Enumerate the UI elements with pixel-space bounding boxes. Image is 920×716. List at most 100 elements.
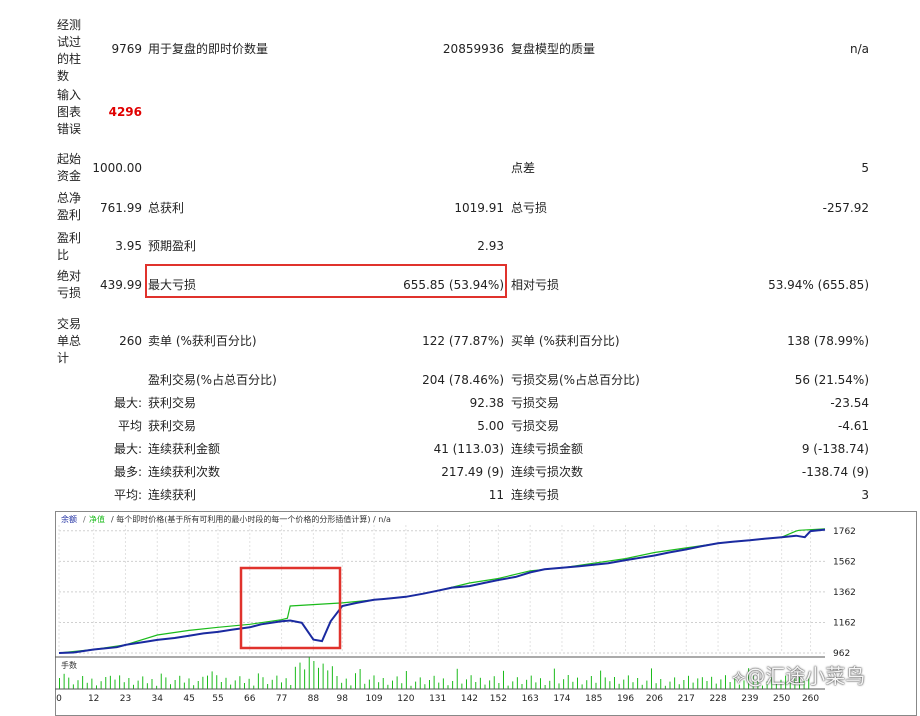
volume-bar [405, 671, 407, 689]
y-tick-label: 1762 [833, 527, 856, 537]
volume-bar [354, 673, 356, 689]
volume-bar [655, 683, 657, 689]
volume-bar [109, 675, 111, 689]
volume-bar [604, 677, 606, 689]
average-profit-value: 5.00 [477, 419, 504, 433]
volume-bar [396, 676, 398, 689]
avg-consec-losses-value: 3 [861, 488, 869, 502]
average-loss-label: 亏损交易 [511, 419, 560, 433]
x-tick-label: 174 [553, 694, 570, 704]
volume-label: 手数 [61, 660, 77, 670]
volume-bar [331, 666, 333, 689]
volume-bar [632, 682, 634, 689]
bars-value: 9769 [111, 42, 142, 56]
volume-bar [586, 680, 588, 689]
volume-bar [572, 681, 574, 689]
chart-errors-value: 4296 [108, 105, 142, 119]
volume-bar [225, 677, 227, 689]
volume-bar [678, 684, 680, 689]
volume-bar [558, 683, 560, 689]
x-tick-label: 131 [429, 694, 446, 704]
volume-bar [82, 676, 84, 689]
volume-bar [211, 671, 213, 689]
volume-bar [502, 670, 504, 689]
volume-bar [576, 677, 578, 689]
volume-bar [687, 675, 689, 689]
volume-bar [618, 683, 620, 689]
x-tick-label: 77 [276, 694, 287, 704]
volume-bar [627, 675, 629, 689]
absolute-drawdown-value: 439.99 [100, 278, 142, 292]
volume-bar [401, 683, 403, 689]
volume-bar [179, 675, 181, 689]
x-tick-label: 120 [397, 694, 414, 704]
loss-trades-value: 56 (21.54%) [794, 373, 869, 387]
x-tick-label: 217 [678, 694, 695, 704]
row-label-total-trades: 交易单总计 [57, 317, 82, 365]
x-tick-label: 66 [244, 694, 256, 704]
volume-bar [105, 677, 107, 689]
max-consec-loss-label: 连续亏损金额 [511, 442, 584, 456]
volume-bar [683, 680, 685, 689]
largest-profit-label: 获利交易 [148, 396, 197, 410]
volume-bar [294, 666, 296, 689]
volume-bar [341, 682, 343, 689]
volume-bar [415, 681, 417, 689]
volume-bar [461, 683, 463, 689]
relative-drawdown-label: 相对亏损 [511, 278, 560, 292]
volume-bar [650, 668, 652, 689]
expected-payoff-value: 2.93 [477, 239, 504, 253]
volume-bar [465, 679, 467, 689]
volume-bar [142, 676, 144, 689]
volume-bar [493, 676, 495, 689]
avg-consec-prefix: 平均: [113, 488, 142, 502]
volume-bar [220, 682, 222, 689]
volume-bar [169, 684, 171, 689]
short-positions-label: 卖单 (%获利百分比) [148, 334, 257, 348]
volume-bar [137, 680, 139, 689]
volume-bar [660, 679, 662, 689]
largest-prefix: 最大: [113, 396, 142, 410]
most-consec-losses-label: 连续亏损次数 [511, 465, 584, 479]
volume-bar [489, 680, 491, 689]
x-tick-label: 34 [152, 694, 164, 704]
avg-consec-wins-label: 连续获利 [148, 488, 197, 502]
row-label-bars: 经测试过的柱数 [57, 18, 82, 83]
volume-bar [248, 678, 250, 689]
volume-bar [724, 675, 726, 689]
legend-balance: 余额 [61, 514, 77, 524]
row-label-absolute-drawdown: 绝对亏损 [57, 269, 82, 300]
volume-bar [729, 682, 731, 689]
net-profit-value: 761.99 [100, 201, 142, 215]
x-tick-label: 163 [522, 694, 539, 704]
model-quality-value: n/a [849, 42, 869, 56]
volume-bar [114, 679, 116, 689]
y-tick-label: 1162 [833, 618, 856, 628]
gross-loss-value: -257.92 [822, 201, 869, 215]
row-label-initial-deposit: 起始资金 [57, 152, 82, 183]
avg-consec-losses-label: 连续亏损 [511, 488, 560, 502]
volume-bar [641, 684, 643, 689]
volume-bar [123, 682, 125, 689]
x-tick-label: 142 [461, 694, 478, 704]
volume-bar [669, 681, 671, 689]
volume-bar [387, 684, 389, 689]
relative-drawdown-value: 53.94% (655.85) [768, 278, 869, 292]
volume-bar [378, 682, 380, 689]
chart-legend: 余额 / 净值 / 每个即时价格(基于所有可利用的最小时段的每一个价格的分形插值… [61, 514, 391, 524]
volume-bar [197, 681, 199, 689]
volume-bar [243, 683, 245, 689]
spread-value: 5 [861, 161, 869, 175]
largest-loss-value: -23.54 [830, 396, 869, 410]
volume-bar [526, 679, 528, 689]
profit-trades-value: 204 (78.46%) [422, 373, 504, 387]
volume-bar [119, 675, 121, 689]
volume-bar [304, 669, 306, 689]
volume-bar [322, 663, 324, 689]
volume-bar [720, 679, 722, 689]
volume-bar [308, 657, 310, 689]
max-consec-profit-label: 连续获利金额 [148, 442, 221, 456]
volume-bar [72, 684, 74, 689]
volume-bar [290, 685, 292, 689]
most-consec-prefix: 最多: [113, 465, 142, 479]
